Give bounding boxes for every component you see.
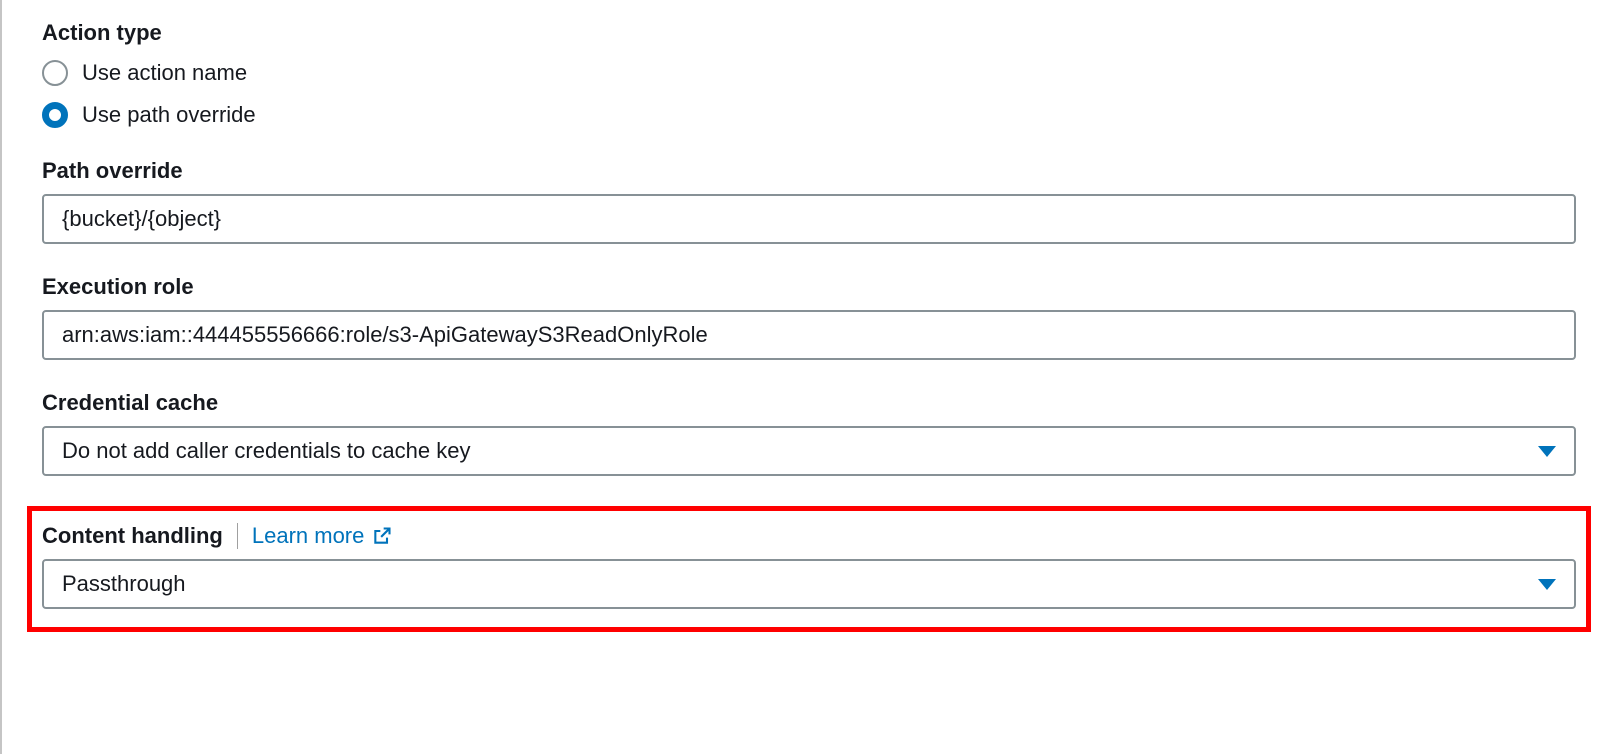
radio-label: Use action name — [82, 60, 247, 86]
radio-use-path-override[interactable]: Use path override — [42, 102, 1576, 128]
content-handling-select[interactable]: Passthrough — [42, 559, 1576, 609]
credential-cache-label: Credential cache — [42, 390, 1576, 416]
path-override-input[interactable] — [42, 194, 1576, 244]
radio-icon — [42, 102, 68, 128]
execution-role-label: Execution role — [42, 274, 1576, 300]
credential-cache-group: Credential cache Do not add caller crede… — [42, 390, 1576, 476]
path-override-label: Path override — [42, 158, 1576, 184]
content-handling-label: Content handling — [42, 523, 223, 549]
action-type-label: Action type — [42, 20, 1576, 46]
chevron-down-icon — [1538, 446, 1556, 457]
execution-role-input[interactable] — [42, 310, 1576, 360]
chevron-down-icon — [1538, 579, 1556, 590]
radio-label: Use path override — [82, 102, 256, 128]
credential-cache-select[interactable]: Do not add caller credentials to cache k… — [42, 426, 1576, 476]
action-type-radio-group: Use action name Use path override — [42, 60, 1576, 128]
action-type-group: Action type Use action name Use path ove… — [42, 20, 1576, 128]
radio-icon — [42, 60, 68, 86]
content-handling-value: Passthrough — [62, 571, 186, 597]
radio-use-action-name[interactable]: Use action name — [42, 60, 1576, 86]
content-handling-group: Content handling Learn more Passthrough — [27, 506, 1591, 632]
path-override-group: Path override — [42, 158, 1576, 244]
external-link-icon — [372, 526, 392, 546]
divider — [237, 523, 238, 549]
credential-cache-value: Do not add caller credentials to cache k… — [62, 438, 470, 464]
content-handling-label-row: Content handling Learn more — [42, 523, 1576, 549]
learn-more-text: Learn more — [252, 523, 365, 549]
learn-more-link[interactable]: Learn more — [252, 523, 393, 549]
execution-role-group: Execution role — [42, 274, 1576, 360]
